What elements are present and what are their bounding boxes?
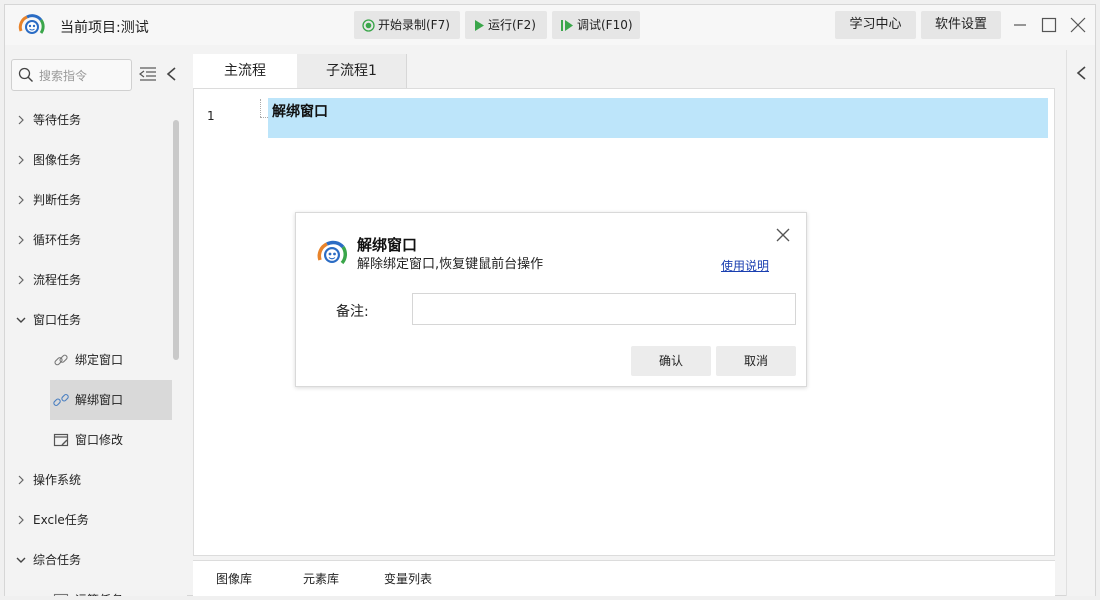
app-logo-icon (317, 240, 348, 265)
close-icon[interactable] (775, 227, 791, 243)
chevron-down-icon (16, 317, 26, 323)
tab-sub-flow[interactable]: 子流程1 (297, 54, 407, 88)
app-logo-icon (18, 14, 45, 34)
tree-item-misc[interactable]: 综合任务 (5, 540, 173, 580)
software-settings-button[interactable]: 软件设置 (921, 11, 1001, 39)
tree-item-label: 等待任务 (33, 113, 82, 127)
calc-icon (53, 593, 69, 596)
tree-item-os[interactable]: 操作系统 (5, 460, 173, 500)
command-name: 解绑窗口 (272, 104, 328, 120)
tree-child-unbind-window[interactable]: 解绑窗口 (5, 380, 173, 420)
tree-item-window[interactable]: 窗口任务 (5, 300, 173, 340)
tree-child-calc[interactable]: 运算任务 (5, 580, 173, 596)
chevron-right-icon (18, 195, 24, 205)
minimize-icon[interactable] (1009, 14, 1031, 36)
debug-button[interactable]: 调试(F10) (552, 11, 640, 39)
project-title: 当前项目:测试 (60, 20, 149, 36)
collapse-all-icon[interactable] (139, 66, 157, 82)
tree-item-wait[interactable]: 等待任务 (5, 100, 173, 140)
gutter-guide (260, 99, 261, 117)
search-box[interactable] (11, 59, 132, 91)
expand-panel-icon[interactable] (1075, 65, 1089, 81)
tree-item-label: 窗口任务 (33, 313, 82, 327)
tree-child-label: 绑定窗口 (75, 353, 124, 367)
chevron-down-icon (16, 557, 26, 563)
record-label: 开始录制(F7) (378, 18, 450, 32)
tree-item-flow[interactable]: 流程任务 (5, 260, 173, 300)
line-number: 1 (207, 109, 215, 123)
tree-item-label: 综合任务 (33, 553, 82, 567)
tree-item-image[interactable]: 图像任务 (5, 140, 173, 180)
tab-element-library[interactable]: 元素库 (303, 561, 339, 597)
command-row[interactable]: 解绑窗口 (268, 98, 1048, 138)
tree-item-label: 图像任务 (33, 153, 82, 167)
debug-icon (561, 20, 573, 31)
gutter-tick (260, 117, 268, 118)
tree-child-label: 运算任务 (75, 580, 123, 596)
tree-child-bind-window[interactable]: 绑定窗口 (5, 340, 173, 380)
run-label: 运行(F2) (488, 18, 536, 32)
cancel-button[interactable]: 取消 (716, 346, 796, 376)
learning-center-button[interactable]: 学习中心 (835, 11, 916, 39)
link-icon (54, 354, 68, 366)
run-button[interactable]: 运行(F2) (465, 11, 547, 39)
search-icon (18, 67, 33, 82)
maximize-icon[interactable] (1038, 14, 1060, 36)
tree-item-label: 操作系统 (33, 473, 82, 487)
title-bar: 当前项目:测试 开始录制(F7) 运行(F2) 调试(F10) 学习中心 软件设… (5, 5, 1095, 45)
bottom-panel-tabs: 图像库 元素库 变量列表 (193, 560, 1055, 596)
chevron-right-icon (18, 155, 24, 165)
debug-label: 调试(F10) (577, 18, 633, 32)
play-icon (475, 20, 484, 31)
chevron-right-icon (18, 275, 24, 285)
tree-item-excel[interactable]: Excle任务 (5, 500, 173, 540)
collapse-sidebar-icon[interactable] (165, 66, 179, 82)
tab-image-library[interactable]: 图像库 (216, 561, 252, 597)
chevron-right-icon (18, 475, 24, 485)
tree-item-label: 循环任务 (33, 233, 82, 247)
close-window-icon[interactable] (1067, 14, 1089, 36)
tree-child-window-modify[interactable]: 窗口修改 (5, 420, 173, 460)
tree-item-label: Excle任务 (33, 513, 89, 527)
dialog-description: 解除绑定窗口,恢复键鼠前台操作 (357, 257, 544, 272)
chevron-right-icon (18, 235, 24, 245)
tab-main-flow[interactable]: 主流程 (193, 54, 297, 88)
unlink-icon (53, 394, 69, 406)
tree-item-label: 判断任务 (33, 193, 82, 207)
help-link[interactable]: 使用说明 (721, 257, 769, 274)
tree-item-loop[interactable]: 循环任务 (5, 220, 173, 260)
chevron-right-icon (18, 515, 24, 525)
tree-item-judge[interactable]: 判断任务 (5, 180, 173, 220)
search-input[interactable] (39, 66, 129, 86)
record-button[interactable]: 开始录制(F7) (354, 11, 460, 39)
note-input[interactable] (412, 293, 796, 325)
unbind-window-dialog: 解绑窗口 解除绑定窗口,恢复键鼠前台操作 使用说明 备注: 确认 取消 (295, 212, 807, 387)
command-sidebar: 等待任务 图像任务 判断任务 循环任务 流程任务 窗口任务 (5, 50, 187, 596)
tab-variable-list[interactable]: 变量列表 (384, 561, 432, 597)
chevron-right-icon (18, 115, 24, 125)
note-label: 备注: (336, 304, 369, 320)
tree-item-label: 流程任务 (33, 273, 82, 287)
confirm-button[interactable]: 确认 (631, 346, 711, 376)
record-icon (362, 19, 375, 32)
sidebar-scrollbar[interactable] (173, 120, 179, 360)
window-edit-icon (53, 433, 69, 447)
tree-child-label: 窗口修改 (75, 433, 124, 447)
right-panel (1066, 50, 1095, 596)
tree-child-label: 解绑窗口 (75, 393, 124, 407)
dialog-title: 解绑窗口 (357, 236, 418, 254)
